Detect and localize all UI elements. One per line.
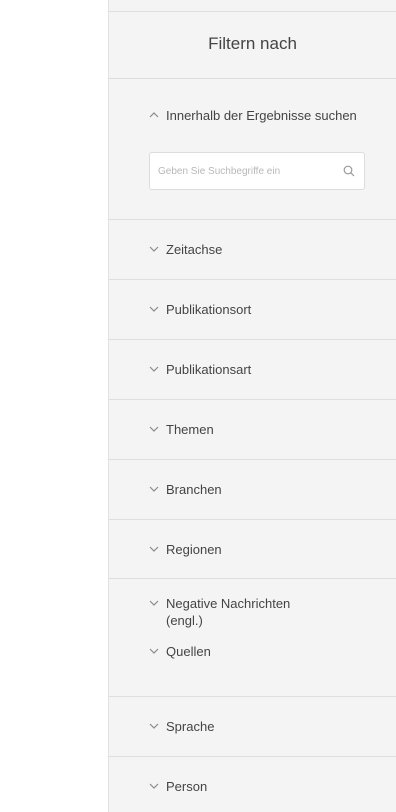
facet-label: Branchen	[166, 482, 222, 497]
facet-regionen: Regionen	[109, 520, 396, 579]
search-within-results-section: Innerhalb der Ergebnisse suchen	[109, 79, 396, 220]
search-icon[interactable]	[334, 153, 364, 189]
facet-branchen: Branchen	[109, 460, 396, 520]
facet-toggle-quellen[interactable]: Quellen	[147, 643, 376, 660]
search-box	[149, 152, 365, 190]
chevron-down-icon	[147, 718, 161, 735]
facet-toggle-branchen[interactable]: Branchen	[147, 481, 376, 498]
facet-label: Negative Nachrichten (engl.)	[166, 596, 291, 628]
chevron-down-icon	[147, 421, 161, 438]
facet-label: Quellen	[166, 644, 211, 659]
search-input[interactable]	[150, 165, 334, 177]
facet-person: Person	[109, 757, 396, 812]
filter-panel-title: Filtern nach	[208, 34, 297, 53]
facet-toggle-themen[interactable]: Themen	[147, 421, 376, 438]
facet-negative-nachrichten: Negative Nachrichten (engl.)	[109, 579, 396, 637]
divider	[109, 11, 396, 12]
facet-toggle-zeitachse[interactable]: Zeitachse	[147, 241, 376, 258]
facet-quellen: Quellen	[109, 637, 396, 697]
facet-label: Sprache	[166, 719, 215, 734]
filter-panel: Filtern nach Innerhalb der Ergebnisse su…	[108, 0, 396, 812]
chevron-down-icon	[147, 481, 161, 498]
facet-label: Themen	[166, 422, 214, 437]
chevron-down-icon	[147, 361, 161, 378]
facet-label: Regionen	[166, 542, 222, 557]
search-within-results-label: Innerhalb der Ergebnisse suchen	[166, 108, 357, 123]
search-within-results-toggle[interactable]: Innerhalb der Ergebnisse suchen	[147, 107, 376, 124]
facet-publikationsort: Publikationsort	[109, 280, 396, 340]
facet-label: Zeitachse	[166, 242, 223, 257]
chevron-down-icon	[147, 541, 161, 558]
facet-label: Publikationsart	[166, 362, 252, 377]
chevron-down-icon	[147, 778, 161, 795]
facet-toggle-person[interactable]: Person	[147, 778, 376, 795]
facet-sprache: Sprache	[109, 697, 396, 757]
chevron-down-icon	[147, 643, 161, 660]
facet-toggle-publikationsort[interactable]: Publikationsort	[147, 301, 376, 318]
facet-themen: Themen	[109, 400, 396, 460]
chevron-down-icon	[147, 241, 161, 258]
facet-label: Person	[166, 779, 208, 794]
facet-label: Publikationsort	[166, 302, 252, 317]
facet-toggle-negative-nachrichten[interactable]: Negative Nachrichten (engl.)	[147, 595, 376, 629]
facet-toggle-regionen[interactable]: Regionen	[147, 541, 376, 558]
facet-zeitachse: Zeitachse	[109, 220, 396, 280]
chevron-down-icon	[147, 595, 161, 612]
facet-publikationsart: Publikationsart	[109, 340, 396, 400]
chevron-up-icon	[147, 107, 161, 124]
facet-toggle-publikationsart[interactable]: Publikationsart	[147, 361, 376, 378]
facet-toggle-sprache[interactable]: Sprache	[147, 718, 376, 735]
chevron-down-icon	[147, 301, 161, 318]
